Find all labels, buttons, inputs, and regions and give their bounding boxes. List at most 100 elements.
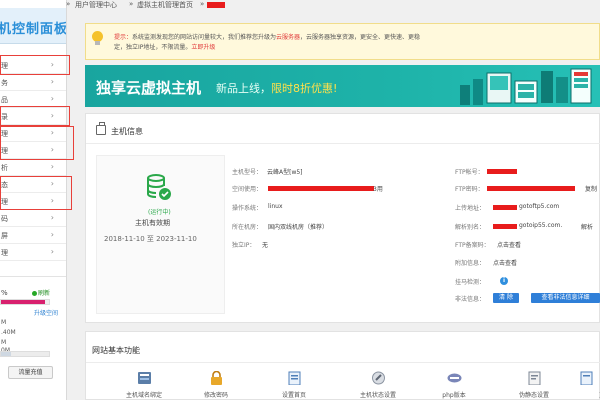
usage-panel: % 刷新 升级空间 M .40M M 0M	[0, 276, 66, 400]
notice-line-1: 提示：系统监测发现您的网站访问量较大，我们推荐您升级为云服务器，云服务器独享资源…	[114, 32, 420, 41]
doc-icon	[528, 371, 541, 385]
breadcrumb-host-home[interactable]: 虚拟主机管理首页	[137, 0, 193, 10]
chevron-right-icon: ›	[50, 230, 54, 239]
breadcrumb: » 用户管理中心 » 虚拟主机管理首页 »	[0, 0, 600, 9]
row-key: 解析别名：	[455, 224, 486, 231]
upgrade-now-link[interactable]: 立即升级	[191, 44, 215, 51]
banner-sub-1: 新品上线，	[216, 82, 271, 95]
usage-bar	[0, 299, 50, 305]
refresh-link[interactable]: 刷新	[32, 288, 50, 297]
tool-set-homepage[interactable]: 设置首页	[264, 371, 324, 400]
lightbulb-icon	[92, 31, 103, 45]
database-icon	[147, 174, 171, 200]
usage-line-3: M	[1, 339, 7, 346]
tool-change-password[interactable]: 修改密码	[186, 371, 246, 400]
chevron-right-icon: ›	[50, 94, 54, 103]
usage-percent: %	[1, 289, 8, 297]
row-key: FTP备案码：	[455, 242, 490, 249]
sidebar-item-12[interactable]: 理 ›	[0, 244, 66, 261]
tool-page[interactable]: 页	[556, 371, 600, 400]
traffic-recharge-button[interactable]: 流量充值	[8, 366, 53, 379]
breadcrumb-user-center[interactable]: 用户管理中心	[75, 0, 117, 10]
notice-text-2: ，云服务器独享资源，更安全、更快速、更稳	[300, 34, 421, 41]
row-value-suffix: 3用	[373, 186, 383, 193]
refresh-icon	[32, 291, 37, 296]
redacted-box	[493, 205, 517, 210]
redacted-box	[487, 169, 517, 174]
lock-icon	[211, 371, 222, 385]
divider	[86, 362, 600, 363]
highlight-box	[0, 176, 72, 210]
chevron-right-icon: ›	[50, 162, 54, 171]
status-badge: (运行中)	[148, 209, 171, 216]
notice-text-1: 系统监测发现您的网站访问量较大，我们推荐您升级为	[132, 34, 277, 41]
info-icon[interactable]: i	[500, 277, 508, 285]
view-link[interactable]: 点击查看	[497, 240, 521, 249]
sidebar-item-label: 务	[1, 79, 8, 87]
sidebar-logo-text: 机控制面板	[0, 22, 67, 37]
row-key: 操作系统：	[232, 205, 263, 212]
redacted-box	[487, 186, 575, 191]
view-illegal-detail-button[interactable]: 查看非法信息详细	[531, 293, 600, 303]
row-key: 挂马检测：	[455, 279, 486, 286]
banner-sub-2: 限时8折优惠!	[271, 82, 338, 95]
redacted-box	[268, 186, 374, 191]
host-info-header: 主机信息	[86, 114, 600, 144]
sidebar-item-11[interactable]: 屏 ›	[0, 227, 66, 244]
usage-line-2: .40M	[1, 329, 16, 336]
promo-banner[interactable]: 独享云虚拟主机 新品上线，限时8折优惠!	[85, 65, 600, 107]
sidebar-item-label: 析	[1, 164, 8, 172]
wrench-icon	[372, 371, 385, 385]
upgrade-link[interactable]: 升级空间	[34, 308, 58, 317]
row-key: 非法信息：	[455, 296, 486, 303]
tool-host-status[interactable]: 主机状态设置	[348, 371, 408, 400]
traffic-bar	[0, 351, 50, 357]
server-illustration-icon	[460, 68, 592, 105]
highlight-box	[0, 106, 70, 126]
sidebar-item-label: 屏	[1, 232, 8, 240]
tool-label: 主机状态设置	[359, 392, 396, 399]
tool-php-version[interactable]: php版本	[424, 371, 484, 400]
sidebar-item-label: 品	[1, 96, 8, 104]
sidebar-item-2[interactable]: 务 ›	[0, 74, 66, 91]
tool-label: 伪静态设置	[518, 392, 549, 399]
highlight-box	[0, 126, 74, 160]
page-icon	[580, 371, 593, 385]
host-status-box: (运行中) 主机有效期 2018-11-10 至 2023-11-10	[96, 155, 225, 314]
php-icon	[447, 373, 462, 383]
highlight-box	[0, 55, 70, 75]
clear-button[interactable]: 清 除	[493, 293, 519, 303]
refresh-label: 刷新	[38, 290, 51, 297]
row-key: FTP帐号：	[455, 169, 484, 176]
copy-link[interactable]: 复制	[585, 184, 597, 193]
notice-bar: 提示：系统监测发现您的网站访问量较大，我们推荐您升级为云服务器，云服务器独享资源…	[85, 23, 600, 60]
row-key: 附加信息：	[455, 260, 486, 267]
page-icon	[288, 371, 301, 385]
row-value: linux	[268, 203, 283, 210]
view-link[interactable]: 点击查看	[493, 258, 517, 267]
row-value: gotoip55.com.	[519, 222, 563, 229]
tool-label: 页	[572, 390, 600, 399]
row-key: 上传地址：	[455, 205, 486, 212]
breadcrumb-sep: »	[200, 0, 205, 8]
row-key: 空间使用：	[232, 186, 263, 193]
chevron-right-icon: ›	[50, 247, 54, 256]
row-key: 所在机房：	[232, 224, 263, 231]
sidebar-item-label: 码	[1, 215, 8, 223]
redacted-box	[493, 224, 517, 229]
row-key: 独立IP：	[232, 242, 256, 249]
host-info-title: 主机信息	[111, 127, 143, 136]
sidebar-logo: 机控制面板	[0, 8, 67, 44]
resolve-link[interactable]: 解析	[581, 222, 593, 231]
notice-line-2: 定，独立IP地址，不限流量。立即升级	[114, 42, 215, 51]
tool-label: php版本	[442, 392, 466, 399]
banner-subtitle: 新品上线，限时8折优惠!	[216, 80, 337, 96]
row-value: 国内双线机房（推荐）	[268, 224, 329, 231]
row-key: 主机型号：	[232, 169, 263, 176]
traffic-bar-fill	[1, 352, 11, 356]
tool-rewrite[interactable]: 伪静态设置	[504, 371, 564, 400]
sidebar-item-10[interactable]: 码 ›	[0, 210, 66, 227]
sidebar-item-label: 理	[1, 249, 8, 257]
sidebar-item-7[interactable]: 析 ›	[0, 159, 66, 176]
tool-domain-binding[interactable]: 主机域名绑定	[114, 371, 174, 400]
